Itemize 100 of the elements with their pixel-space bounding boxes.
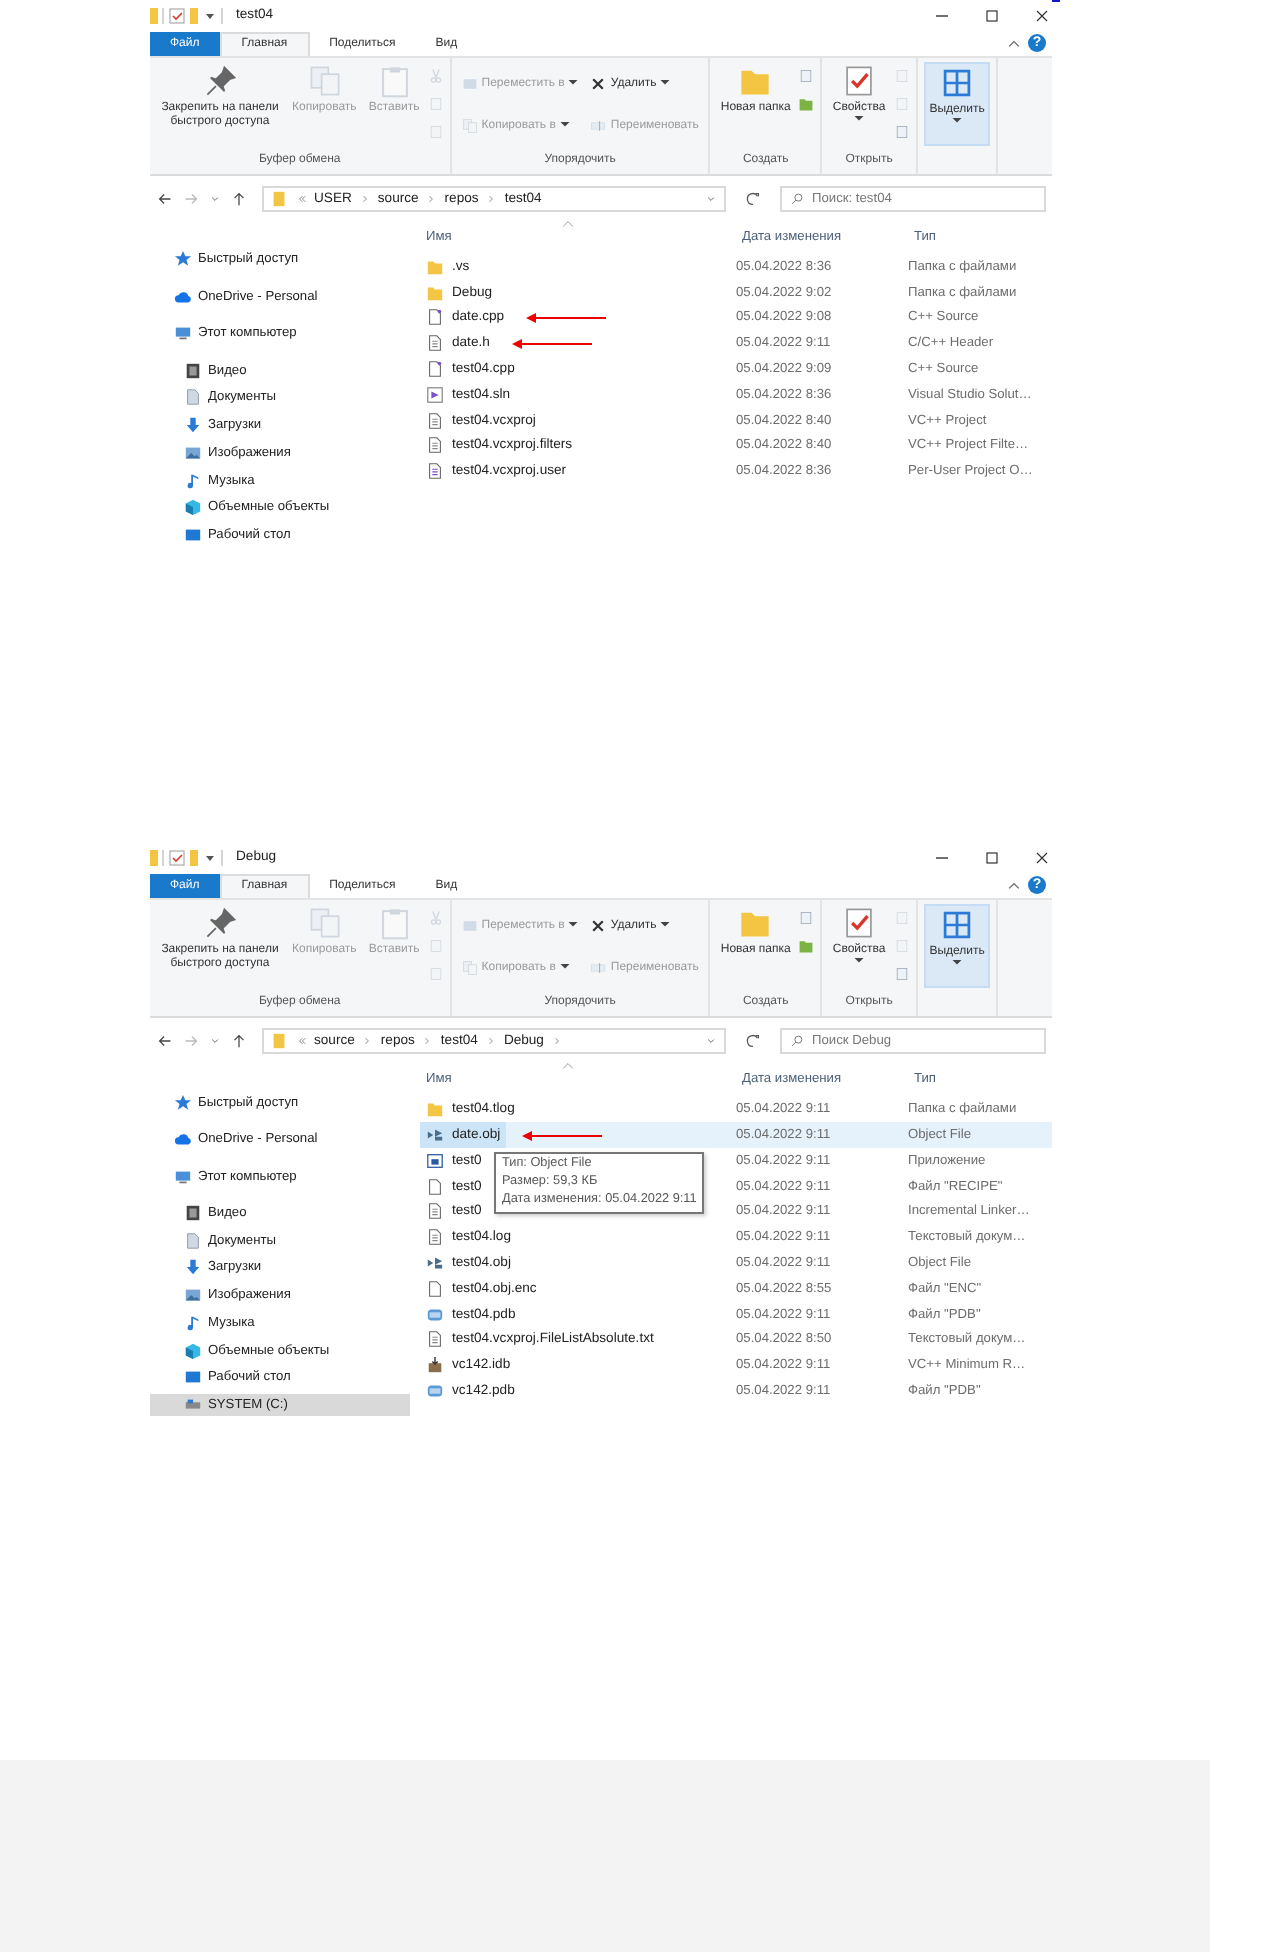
folder-icon — [798, 96, 815, 112]
download-icon — [184, 416, 202, 435]
cube-icon — [184, 498, 202, 517]
history-icon — [893, 124, 910, 140]
document-icon — [184, 388, 202, 407]
caret-icon — [660, 80, 671, 86]
sort-caret-icon — [560, 1062, 576, 1071]
star-icon — [174, 250, 192, 269]
caret-icon — [559, 122, 570, 128]
refresh-icon[interactable] — [744, 1031, 762, 1050]
image-icon — [184, 443, 202, 462]
overflow-chevron-icon[interactable] — [294, 1033, 308, 1048]
pin-icon — [203, 64, 237, 98]
database-file-icon — [426, 1305, 444, 1324]
edit-icon — [893, 96, 910, 112]
caret-icon — [568, 80, 579, 86]
folder-icon — [426, 1100, 444, 1119]
chevron-right-icon[interactable] — [549, 1033, 564, 1048]
shortcut-icon — [427, 966, 444, 983]
download-icon — [184, 1258, 202, 1277]
file-icon — [426, 1279, 444, 1298]
new-item-icon — [798, 68, 815, 84]
chevron-right-icon[interactable] — [357, 191, 372, 205]
open-icon — [893, 910, 910, 927]
header-file-icon — [426, 436, 444, 455]
chevron-right-icon[interactable] — [424, 191, 439, 205]
path-icon — [427, 96, 444, 112]
folder-icon — [270, 189, 288, 207]
history-icon — [893, 966, 910, 983]
maximize-icon[interactable] — [982, 847, 1002, 868]
solution-icon — [426, 385, 444, 404]
move-icon — [461, 75, 478, 91]
forward-arrow-icon[interactable] — [182, 1031, 200, 1050]
new-item-icon — [798, 910, 815, 927]
pin-icon — [203, 906, 237, 941]
text-file-icon — [426, 1330, 444, 1349]
chevron-right-icon[interactable] — [484, 191, 499, 205]
copy-icon — [307, 64, 342, 98]
clipboard-icon — [377, 64, 412, 98]
chevron-right-icon[interactable] — [420, 1033, 435, 1048]
cube-icon — [184, 1341, 202, 1359]
close-icon[interactable] — [1032, 847, 1052, 868]
film-icon — [184, 1204, 202, 1223]
folder-icon — [270, 1031, 288, 1050]
shortcut-icon — [427, 124, 444, 140]
back-arrow-icon[interactable] — [156, 1031, 174, 1050]
search-icon — [790, 1033, 804, 1048]
chevron-right-icon[interactable] — [483, 1033, 498, 1048]
music-note-icon — [184, 471, 202, 489]
grid-icon — [940, 908, 975, 943]
copy-icon — [461, 117, 478, 133]
edit-icon — [893, 938, 910, 955]
search-icon — [790, 191, 804, 205]
caret-icon — [568, 922, 579, 929]
file-icon — [426, 1202, 444, 1221]
collapse-ribbon-icon[interactable] — [1006, 35, 1022, 51]
delete-icon — [590, 75, 607, 91]
chevron-down-icon[interactable] — [704, 1033, 718, 1048]
overflow-chevron-icon[interactable] — [294, 191, 308, 205]
up-arrow-icon[interactable] — [230, 1031, 248, 1050]
path-icon — [427, 938, 444, 955]
desktop-icon — [184, 525, 202, 544]
back-arrow-icon[interactable] — [156, 189, 174, 207]
move-icon — [461, 917, 478, 934]
scissors-icon — [427, 910, 444, 927]
file-icon — [426, 1177, 444, 1196]
refresh-icon[interactable] — [744, 189, 762, 207]
up-arrow-icon[interactable] — [230, 189, 248, 207]
cloud-icon — [174, 1130, 192, 1149]
checkmark-icon — [842, 906, 877, 941]
checkmark-icon — [842, 64, 877, 98]
copy-icon — [307, 906, 342, 941]
grid-icon — [940, 66, 975, 100]
drive-icon — [184, 1395, 202, 1414]
application-icon — [426, 1151, 444, 1170]
source-file-icon — [426, 308, 444, 327]
package-icon — [426, 1356, 444, 1375]
scissors-icon — [427, 68, 444, 84]
open-icon — [893, 68, 910, 84]
maximize-icon[interactable] — [982, 5, 1002, 25]
image-icon — [184, 1286, 202, 1305]
object-file-icon — [426, 1126, 444, 1144]
delete-icon — [590, 917, 607, 934]
forward-arrow-icon[interactable] — [182, 189, 200, 207]
database-file-icon — [426, 1381, 444, 1400]
caret-icon — [854, 958, 865, 965]
user-file-icon — [426, 462, 444, 481]
collapse-ribbon-icon[interactable] — [1006, 877, 1022, 894]
object-file-icon — [426, 1253, 444, 1272]
close-icon[interactable] — [1032, 5, 1052, 25]
folder-icon — [798, 938, 815, 955]
music-note-icon — [184, 1313, 202, 1332]
copy-icon — [461, 959, 478, 976]
project-file-icon — [426, 411, 444, 430]
chevron-down-icon[interactable] — [704, 191, 718, 205]
chevron-right-icon[interactable] — [360, 1033, 375, 1048]
film-icon — [184, 361, 202, 380]
star-icon — [174, 1093, 192, 1112]
computer-icon — [174, 324, 192, 343]
desktop-icon — [184, 1368, 202, 1387]
